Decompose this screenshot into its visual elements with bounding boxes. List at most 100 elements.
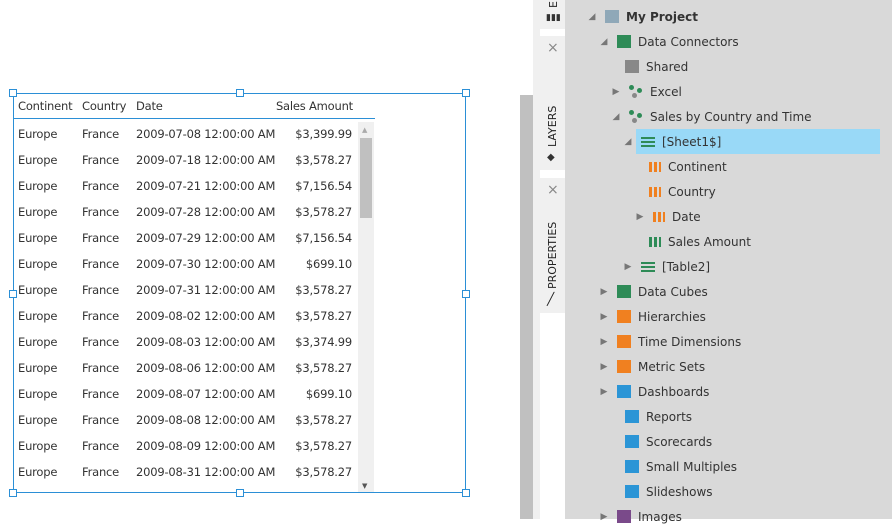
tab-layers[interactable]: × LAYERS ◆ [540,36,565,170]
table-cell: 2009-08-09 12:00:00 AM [136,439,276,453]
tree-item[interactable]: ◢ My Project [587,4,698,29]
tree-item-label: Shared [646,59,689,74]
tree-item[interactable]: Reports [617,404,692,429]
resize-handle[interactable] [9,290,17,298]
canvas-scrollbar[interactable] [520,95,533,519]
column-header[interactable]: Date [136,99,163,113]
table-row[interactable]: Europe France 2009-07-28 12:00:00 AM $3,578… [14,199,358,225]
tree-item[interactable]: ▶ Dashboards [599,379,710,404]
tree-item[interactable]: Sales Amount [641,229,751,254]
connector-icon [629,110,643,123]
expand-arrow-icon[interactable]: ▶ [599,387,609,397]
collapse-arrow-icon[interactable]: ◢ [623,137,633,147]
data-connectors-icon [617,35,631,48]
scroll-thumb[interactable] [360,138,372,218]
tree-item-label: Date [672,209,701,224]
resize-handle[interactable] [462,89,470,97]
table-row[interactable]: Europe France 2009-08-03 12:00:00 AM $3,374… [14,329,358,355]
explorer-icon: ▮▮▮ [546,13,561,23]
table-cell: Europe [18,231,58,245]
column-header[interactable]: Country [82,99,126,113]
tree-item[interactable]: Continent [641,154,727,179]
table-row[interactable]: Europe France 2009-08-06 12:00:00 AM $3,578… [14,355,358,381]
tab-properties-label: PROPERTIES [546,221,559,289]
tree-item[interactable]: ▶ Excel [611,79,682,104]
tree-item[interactable]: ▶ Metric Sets [599,354,706,379]
expand-arrow-icon[interactable]: ▶ [599,312,609,322]
tree-item-label: Excel [650,84,682,99]
table-cell: $3,578.27 [295,413,352,427]
table-cell: 2009-07-29 12:00:00 AM [136,231,276,245]
scroll-up-icon[interactable]: ▲ [362,126,367,134]
collapse-arrow-icon[interactable]: ◢ [611,112,621,122]
tree-item[interactable]: Shared [617,54,688,79]
resize-handle[interactable] [9,89,17,97]
connector-icon [629,85,643,98]
resize-handle[interactable] [462,290,470,298]
tab-properties[interactable]: × PROPERTIES ╱ [540,178,565,313]
tree-item[interactable]: Slideshows [617,479,713,504]
collapse-arrow-icon[interactable]: ◢ [599,37,609,47]
tree-item[interactable]: ▶ [Table2] [623,254,711,279]
tree-item[interactable]: ▶ Date [635,204,701,229]
table-cell: $3,578.27 [295,153,352,167]
column-header[interactable]: Continent [18,99,73,113]
tree-item[interactable]: ▶ Time Dimensions [599,329,742,354]
tree-item[interactable]: Scorecards [617,429,712,454]
tree-item[interactable]: ◢ Data Connectors [599,29,739,54]
tree-item[interactable]: Country [641,179,716,204]
table-row[interactable]: Europe France 2009-07-30 12:00:00 AM $699.1… [14,251,358,277]
table-row[interactable]: Europe France 2009-07-21 12:00:00 AM $7,156… [14,173,358,199]
table-row[interactable]: Europe France 2009-08-07 12:00:00 AM $699.1… [14,381,358,407]
tree-item[interactable]: ◢ [Sheet1$] [623,129,722,154]
expand-arrow-icon[interactable]: ▶ [611,87,621,97]
tree-item[interactable]: ▶ Hierarchies [599,304,706,329]
table-cell: Europe [18,439,58,453]
table-widget[interactable]: Continent Country Date Sales Amount Europe F… [9,89,470,497]
table-cell: Europe [18,387,58,401]
expand-arrow-icon[interactable]: ▶ [635,212,645,222]
resize-handle[interactable] [462,489,470,497]
table-cell: 2009-07-21 12:00:00 AM [136,179,276,193]
column-header[interactable]: Sales Amount [276,99,353,113]
table-cell: $3,399.99 [295,127,352,141]
expand-arrow-icon[interactable]: ▶ [599,337,609,347]
table-row[interactable]: Europe France 2009-08-09 12:00:00 AM $3,578… [14,433,358,459]
slideshow-icon [625,485,639,498]
tree-item[interactable]: ◢ Sales by Country and Time [611,104,812,129]
table-icon [641,136,655,147]
tree-item[interactable]: Small Multiples [617,454,737,479]
close-properties-icon[interactable]: × [547,182,559,198]
tree-item[interactable]: ▶ Data Cubes [599,279,708,304]
tree-item[interactable]: ▶ Images [599,504,682,529]
design-canvas[interactable]: Continent Country Date Sales Amount Europe F… [0,0,520,519]
shared-folder-icon [625,60,639,73]
collapse-arrow-icon[interactable]: ◢ [587,12,597,22]
close-layers-icon[interactable]: × [547,40,559,56]
expand-arrow-icon[interactable]: ▶ [599,512,609,522]
expand-arrow-icon[interactable]: ▶ [599,287,609,297]
tab-explorer[interactable]: E ▮▮▮ [540,0,565,29]
table-row[interactable]: Europe France 2009-07-18 12:00:00 AM $3,578… [14,147,358,173]
table-row[interactable]: Europe France 2009-08-02 12:00:00 AM $3,578… [14,303,358,329]
table-row[interactable]: Europe France 2009-07-08 12:00:00 AM $3,399… [14,121,358,147]
resize-handle[interactable] [9,489,17,497]
table-row[interactable]: Europe France 2009-08-08 12:00:00 AM $3,578… [14,407,358,433]
table-row[interactable]: Europe France 2009-08-31 12:00:00 AM $3,578… [14,459,358,485]
tree-item-label: [Sheet1$] [662,134,722,149]
expand-arrow-icon[interactable]: ▶ [599,362,609,372]
tree-item-label: [Table2] [662,259,711,274]
resize-handle[interactable] [236,89,244,97]
table-row[interactable]: Europe France 2009-07-29 12:00:00 AM $7,156… [14,225,358,251]
resize-handle[interactable] [236,489,244,497]
table-row[interactable]: Europe France 2009-07-31 12:00:00 AM $3,578… [14,277,358,303]
project-tree: ◢ My Project ◢ Data Connectors Shared ▶ Excel ◢… [565,0,892,524]
expand-arrow-icon[interactable]: ▶ [623,262,633,272]
table-scrollbar[interactable]: ▲ ▼ [358,122,374,492]
table-cell: France [82,465,120,479]
table-cell: $3,578.27 [295,465,352,479]
table-cell: France [82,179,120,193]
scroll-down-icon[interactable]: ▼ [362,482,367,490]
data-cube-icon [617,285,631,298]
table-cell: $699.10 [305,387,352,401]
